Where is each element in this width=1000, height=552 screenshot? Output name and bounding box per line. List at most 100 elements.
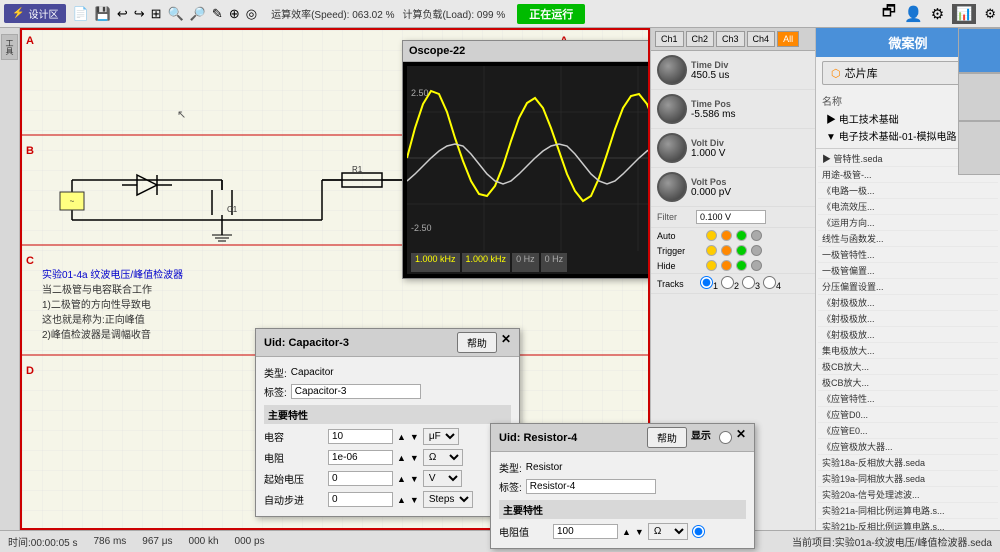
undo-icon[interactable]: ↩ — [115, 4, 130, 24]
list-item[interactable]: 《射极极放... — [818, 295, 998, 311]
list-item[interactable]: 《射极极放... — [818, 327, 998, 343]
tracks-radio-3[interactable]: 3 — [742, 276, 760, 291]
res-label-input[interactable] — [526, 479, 656, 494]
resistor-dialog[interactable]: Uid: Resistor-4 帮助 显示 ✕ 类型: Resistor 标签:… — [490, 423, 755, 549]
cap-step-input[interactable] — [328, 492, 393, 507]
list-item[interactable]: 集电极放大... — [818, 343, 998, 359]
volt-div-knob[interactable] — [657, 133, 687, 163]
cap-close-icon[interactable]: ✕ — [501, 332, 511, 353]
auto-dot-yellow[interactable] — [706, 230, 717, 241]
cap-dialog-header[interactable]: Uid: Capacitor-3 帮助 ✕ — [256, 329, 519, 357]
list-item[interactable]: 一极管特性... — [818, 247, 998, 263]
component-list[interactable]: ▶ 管特性.seda用途-极管-...《电路一极...《电流效压...《运用方向… — [816, 149, 1000, 530]
trigger-dot-gray[interactable] — [751, 245, 762, 256]
cap-res-unit[interactable]: ΩkΩMΩ — [423, 449, 463, 466]
list-item[interactable]: 实验18a-反相放大器.seda — [818, 455, 998, 471]
list-item[interactable]: 实验20a-信号处理滤波... — [818, 487, 998, 503]
trigger-dot-green[interactable] — [736, 245, 747, 256]
list-item[interactable]: 极CB放大... — [818, 375, 998, 391]
cap-step-down[interactable]: ▼ — [410, 495, 419, 505]
res-help-btn[interactable]: 帮助 — [647, 427, 687, 448]
ch2-btn[interactable]: Ch2 — [686, 31, 715, 47]
cap-volt-up[interactable]: ▲ — [397, 474, 406, 484]
hide-dot-orange[interactable] — [721, 260, 732, 271]
hide-dot-yellow[interactable] — [706, 260, 717, 271]
list-item[interactable]: 实验21a-同相比例运算电路.s... — [818, 503, 998, 519]
res-show-checkbox[interactable] — [719, 427, 732, 448]
zoom-fit-icon[interactable]: ⊞ — [149, 4, 164, 24]
list-item[interactable]: 《运用方向... — [818, 215, 998, 231]
tab-idesign[interactable]: iDesign — [958, 73, 1000, 121]
list-item[interactable]: 极CB放大... — [818, 359, 998, 375]
list-item[interactable]: 分压偏置设置... — [818, 279, 998, 295]
tab-share[interactable]: 共享技术 — [958, 121, 1000, 175]
list-item[interactable]: 《应管极放大器... — [818, 439, 998, 455]
sidebar-tab-tools[interactable]: 工具 — [1, 34, 18, 60]
cap-step-up[interactable]: ▲ — [397, 495, 406, 505]
cap-up-arrow[interactable]: ▲ — [397, 432, 406, 442]
cap-cap-unit[interactable]: μFnFpF — [423, 428, 459, 445]
cap-res-down[interactable]: ▼ — [410, 453, 419, 463]
time-pos-knob[interactable] — [657, 94, 687, 124]
list-item[interactable]: 《电路一极... — [818, 183, 998, 199]
ch4-btn[interactable]: Ch4 — [747, 31, 776, 47]
list-item[interactable]: 《应管特性... — [818, 391, 998, 407]
user-icon[interactable]: 👤 — [904, 5, 923, 23]
res-close-icon[interactable]: ✕ — [736, 427, 746, 448]
zoom-in-icon[interactable]: 🔍 — [166, 4, 186, 24]
zoom-out-icon[interactable]: 🔎 — [188, 4, 208, 24]
ch1-btn[interactable]: Ch1 — [655, 31, 684, 47]
tab-wechat[interactable]: 微案例 — [958, 28, 1000, 73]
cap-help-btn[interactable]: 帮助 — [457, 332, 497, 353]
cap-cap-input[interactable] — [328, 429, 393, 444]
cap-volt-unit[interactable]: VmV — [423, 470, 462, 487]
list-item[interactable]: 一极管偏置... — [818, 263, 998, 279]
auto-dot-green[interactable] — [736, 230, 747, 241]
cap-volt-input[interactable] — [328, 471, 393, 486]
capacitor-dialog[interactable]: Uid: Capacitor-3 帮助 ✕ 类型: Capacitor 标签: … — [255, 328, 520, 517]
list-item[interactable]: 《应管D0... — [818, 407, 998, 423]
cap-res-up[interactable]: ▲ — [397, 453, 406, 463]
volt-pos-knob[interactable] — [657, 172, 687, 202]
list-item[interactable]: 线性与函数发... — [818, 231, 998, 247]
cap-volt-down[interactable]: ▼ — [410, 474, 419, 484]
list-item[interactable]: 《射极极放... — [818, 311, 998, 327]
res-up-arrow[interactable]: ▲ — [622, 527, 631, 537]
draw-icon[interactable]: ✎ — [210, 4, 225, 24]
save-icon[interactable]: 💾 — [93, 4, 113, 24]
res-down-arrow[interactable]: ▼ — [635, 527, 644, 537]
settings-icon[interactable]: ⚙ — [931, 5, 944, 23]
circle-icon[interactable]: ◎ — [244, 4, 259, 24]
tracks-radio-4[interactable]: 4 — [763, 276, 781, 291]
new-icon[interactable]: 📄 — [70, 4, 90, 24]
trigger-dot-orange[interactable] — [721, 245, 732, 256]
res-dialog-header[interactable]: Uid: Resistor-4 帮助 显示 ✕ — [491, 424, 754, 452]
cap-down-arrow[interactable]: ▼ — [410, 432, 419, 442]
auto-dot-orange[interactable] — [721, 230, 732, 241]
trigger-dot-yellow[interactable] — [706, 245, 717, 256]
list-item[interactable]: 实验21b-反相比例运算电路.s... — [818, 519, 998, 530]
all-btn[interactable]: All — [777, 31, 799, 47]
ch3-btn[interactable]: Ch3 — [716, 31, 745, 47]
cap-label-input[interactable] — [291, 384, 421, 399]
window-icon[interactable]: 🗗 — [882, 1, 896, 26]
time-div-knob[interactable] — [657, 55, 687, 85]
list-item[interactable]: 《电流效压... — [818, 199, 998, 215]
redo-icon[interactable]: ↪ — [132, 4, 147, 24]
add-icon[interactable]: ⊕ — [227, 4, 242, 24]
cap-step-unit[interactable]: Steps — [423, 491, 473, 508]
gear2-icon[interactable]: ⚙ — [984, 6, 996, 22]
osc-win-header[interactable]: Oscope-22 ✕ — [403, 41, 650, 62]
res-res-input[interactable] — [553, 524, 618, 539]
list-item[interactable]: 实验19a-同相放大器.seda — [818, 471, 998, 487]
oscilloscope-window[interactable]: Oscope-22 ✕ — [402, 40, 650, 279]
hide-dot-gray[interactable] — [751, 260, 762, 271]
filter-input[interactable] — [696, 210, 766, 224]
hide-dot-green[interactable] — [736, 260, 747, 271]
auto-dot-gray[interactable] — [751, 230, 762, 241]
res-radio[interactable] — [692, 525, 705, 538]
cap-res-input[interactable] — [328, 450, 393, 465]
list-item[interactable]: 《应管E0... — [818, 423, 998, 439]
res-unit[interactable]: ΩkΩMΩ — [648, 523, 688, 540]
tracks-radio-2[interactable]: 2 — [721, 276, 739, 291]
